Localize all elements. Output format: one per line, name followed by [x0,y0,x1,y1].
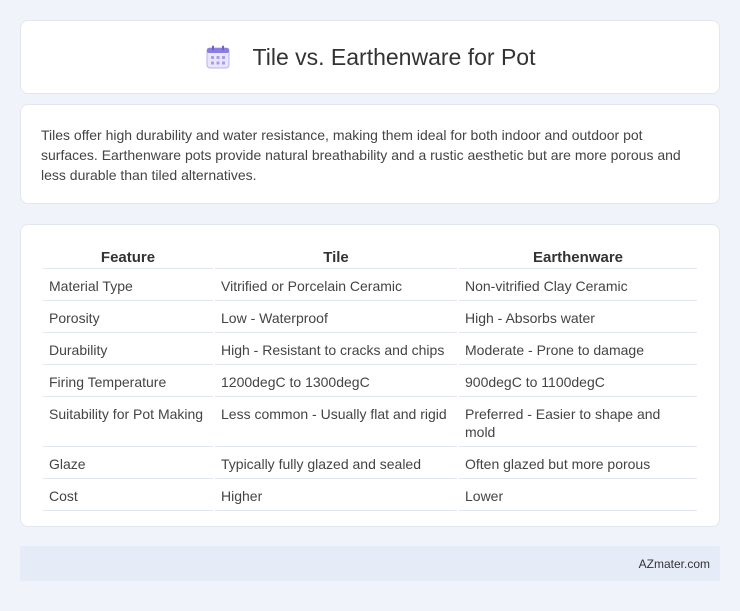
footer: AZmater.com [20,546,720,581]
comparison-card: Feature Tile Earthenware Material Type V… [20,224,720,527]
cell-feature: Cost [43,479,213,511]
table-row: Durability High - Resistant to cracks an… [43,333,697,365]
intro-text: Tiles offer high durability and water re… [41,127,681,183]
table-row: Glaze Typically fully glazed and sealed … [43,447,697,479]
title-card: Tile vs. Earthenware for Pot [20,20,720,94]
cell-earthenware: Often glazed but more porous [459,447,697,479]
calendar-icon [206,45,230,69]
cell-feature: Firing Temperature [43,365,213,397]
header-feature: Feature [43,245,213,269]
table-row: Cost Higher Lower [43,479,697,511]
cell-earthenware: High - Absorbs water [459,301,697,333]
cell-feature: Durability [43,333,213,365]
header-tile: Tile [215,245,457,269]
cell-earthenware: Lower [459,479,697,511]
table-row: Material Type Vitrified or Porcelain Cer… [43,269,697,301]
table-row: Suitability for Pot Making Less common -… [43,397,697,447]
page-title: Tile vs. Earthenware for Pot [252,43,536,70]
cell-earthenware: Non-vitrified Clay Ceramic [459,269,697,301]
table-row: Firing Temperature 1200degC to 1300degC … [43,365,697,397]
cell-tile: Vitrified or Porcelain Ceramic [215,269,457,301]
cell-feature: Suitability for Pot Making [43,397,213,447]
table-header-row: Feature Tile Earthenware [43,245,697,269]
cell-tile: Higher [215,479,457,511]
footer-brand: AZmater.com [638,556,710,571]
cell-tile: Low - Waterproof [215,301,457,333]
header-earthenware: Earthenware [459,245,697,269]
cell-tile: Typically fully glazed and sealed [215,447,457,479]
cell-earthenware: Moderate - Prone to damage [459,333,697,365]
cell-feature: Glaze [43,447,213,479]
intro-card: Tiles offer high durability and water re… [20,104,720,204]
cell-earthenware: Preferred - Easier to shape and mold [459,397,697,447]
cell-tile: High - Resistant to cracks and chips [215,333,457,365]
cell-tile: 1200degC to 1300degC [215,365,457,397]
cell-earthenware: 900degC to 1100degC [459,365,697,397]
cell-tile: Less common - Usually flat and rigid [215,397,457,447]
cell-feature: Material Type [43,269,213,301]
table-row: Porosity Low - Waterproof High - Absorbs… [43,301,697,333]
cell-feature: Porosity [43,301,213,333]
comparison-table: Feature Tile Earthenware Material Type V… [41,245,699,511]
